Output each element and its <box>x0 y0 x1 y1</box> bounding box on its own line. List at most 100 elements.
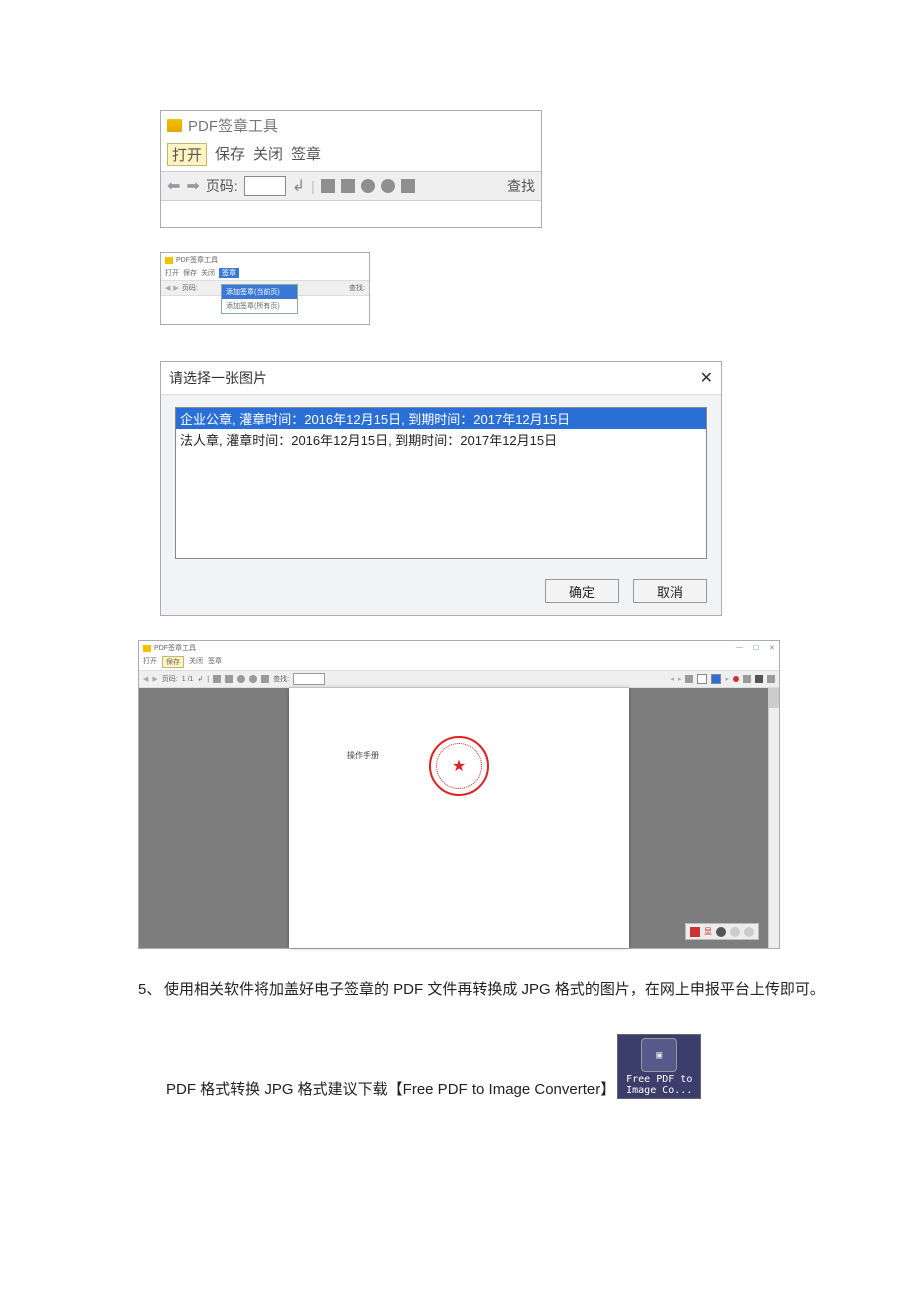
menu-sign[interactable]: 签章 <box>291 143 321 166</box>
page-label: 页码: <box>182 283 198 293</box>
highlight-icon[interactable] <box>711 674 721 684</box>
zoom-in-icon[interactable] <box>237 675 245 683</box>
tool-icon[interactable] <box>744 927 754 937</box>
fit-width-icon[interactable] <box>321 179 335 193</box>
tool-icon[interactable]: ▸ <box>725 675 729 683</box>
cancel-button[interactable]: 取消 <box>633 579 707 603</box>
nav-next-icon[interactable]: ▶ <box>173 284 178 292</box>
viewer-canvas: 操作手册 ★ 显 <box>139 688 779 948</box>
desktop-shortcut[interactable]: ▣ Free PDF to Image Co... <box>617 1034 701 1099</box>
tool-icon[interactable] <box>730 927 740 937</box>
window-title: PDF签章工具 <box>188 115 278 136</box>
find-input[interactable] <box>293 673 325 685</box>
window-title-bar: PDF签章工具 <box>161 253 369 267</box>
fit-page-icon[interactable] <box>341 179 355 193</box>
nav-prev-icon[interactable]: ⬅ <box>167 176 180 196</box>
shortcut-label-2: Image Co... <box>618 1085 700 1096</box>
separator: | <box>207 676 209 683</box>
pdf-page: 操作手册 ★ <box>289 688 629 948</box>
close-icon[interactable]: ✕ <box>700 368 713 388</box>
close-icon[interactable]: ✕ <box>769 644 775 652</box>
edit-icon[interactable] <box>743 675 751 683</box>
tool-icon[interactable] <box>690 927 700 937</box>
page-count: 1 /1 <box>182 676 194 683</box>
image-icon[interactable] <box>755 675 763 683</box>
toolbar: ⬅ ➡ 页码: ↲ | 查找 <box>161 172 541 201</box>
find-label: 查找: <box>273 674 289 684</box>
select-icon[interactable] <box>401 179 415 193</box>
window-controls: — ☐ ✕ <box>736 644 775 652</box>
link-icon[interactable] <box>767 675 775 683</box>
tool-icon[interactable]: ▸ <box>678 675 682 683</box>
converter-line: PDF 格式转换 JPG 格式建议下载【Free PDF to Image Co… <box>166 1034 850 1099</box>
separator: | <box>311 178 315 194</box>
toolbar: ◀ ▶ 页码: 1 /1 ↲ | 查找: ◂ ▸ ▸ <box>139 671 779 688</box>
shortcut-icon: ▣ <box>641 1038 677 1072</box>
enter-icon[interactable]: ↲ <box>292 176 305 196</box>
rect-icon[interactable] <box>697 674 707 684</box>
menu-save[interactable]: 保存 <box>183 268 197 278</box>
menu-save[interactable]: 保存 <box>162 656 184 668</box>
vertical-scrollbar[interactable] <box>768 688 779 948</box>
step-number: 5、 <box>138 973 164 1006</box>
page-input[interactable] <box>244 176 286 196</box>
menu-bar: 打开 保存 关闭 签章 <box>139 655 779 671</box>
app-logo-icon <box>143 645 151 652</box>
dropdown-item-all-pages[interactable]: 添加签章(所有页) <box>222 299 297 313</box>
ok-button[interactable]: 确定 <box>545 579 619 603</box>
tool-label[interactable]: 显 <box>704 926 712 937</box>
viewer-body <box>161 201 541 227</box>
stamp-tool-icon[interactable] <box>733 676 739 682</box>
menu-bar: 打开 保存 关闭 签章 <box>161 140 541 172</box>
list-item[interactable]: 法人章, 灌章时间：2016年12月15日, 到期时间：2017年12月15日 <box>176 429 706 450</box>
step-text: 使用相关软件将加盖好电子签章的 PDF 文件再转换成 JPG 格式的图片，在网上… <box>164 973 850 1006</box>
page-label: 页码: <box>162 674 178 684</box>
menu-close[interactable]: 关闭 <box>189 656 203 668</box>
dropdown-window: PDF签章工具 打开 保存 关闭 签章 ◀ ▶ 页码: 查找: 添加签章(当前页… <box>160 252 370 325</box>
menu-close[interactable]: 关闭 <box>201 268 215 278</box>
window-title-bar: PDF签章工具 <box>161 111 541 140</box>
app-logo-icon <box>167 119 182 132</box>
menu-open[interactable]: 打开 <box>167 143 207 166</box>
nav-next-icon[interactable]: ➡ <box>186 176 199 196</box>
nav-prev-icon[interactable]: ◀ <box>165 284 170 292</box>
enter-icon[interactable]: ↲ <box>197 675 203 683</box>
tool-icon[interactable]: ◂ <box>670 675 674 683</box>
stamp-list[interactable]: 企业公章, 灌章时间：2016年12月15日, 到期时间：2017年12月15日… <box>175 407 707 559</box>
zoom-out-icon[interactable] <box>249 675 257 683</box>
sign-dropdown: 添加签章(当前页) 添加签章(所有页) <box>221 284 298 314</box>
fit-page-icon[interactable] <box>225 675 233 683</box>
stamp-seal[interactable]: ★ <box>429 736 489 796</box>
menu-save[interactable]: 保存 <box>215 143 245 166</box>
hand-icon[interactable] <box>685 675 693 683</box>
zoom-out-icon[interactable] <box>381 179 395 193</box>
menu-sign[interactable]: 签章 <box>219 268 239 278</box>
menu-open[interactable]: 打开 <box>165 268 179 278</box>
step-5: 5、 使用相关软件将加盖好电子签章的 PDF 文件再转换成 JPG 格式的图片，… <box>138 973 850 1006</box>
menu-bar: 打开 保存 关闭 签章 <box>161 267 369 281</box>
window-title: PDF签章工具 <box>154 643 196 653</box>
select-image-dialog: 请选择一张图片 ✕ 企业公章, 灌章时间：2016年12月15日, 到期时间：2… <box>160 361 722 616</box>
menu-close[interactable]: 关闭 <box>253 143 283 166</box>
dropdown-item-current-page[interactable]: 添加签章(当前页) <box>222 285 297 299</box>
pdf-viewer-window: PDF签章工具 — ☐ ✕ 打开 保存 关闭 签章 ◀ ▶ 页码: 1 /1 ↲… <box>138 640 780 949</box>
zoom-icon[interactable] <box>716 927 726 937</box>
shortcut-label-1: Free PDF to <box>618 1074 700 1085</box>
viewer-body: 添加签章(当前页) 添加签章(所有页) <box>161 296 369 324</box>
select-icon[interactable] <box>261 675 269 683</box>
fit-width-icon[interactable] <box>213 675 221 683</box>
nav-next-icon[interactable]: ▶ <box>152 675 157 683</box>
floating-tools: 显 <box>685 923 759 940</box>
nav-prev-icon[interactable]: ◀ <box>143 675 148 683</box>
menu-sign[interactable]: 签章 <box>208 656 222 668</box>
minimize-icon[interactable]: — <box>736 644 743 652</box>
list-item[interactable]: 企业公章, 灌章时间：2016年12月15日, 到期时间：2017年12月15日 <box>176 408 706 429</box>
menu-open[interactable]: 打开 <box>143 656 157 668</box>
star-icon: ★ <box>436 743 482 789</box>
page-label: 页码: <box>206 176 238 196</box>
dialog-title: 请选择一张图片 <box>169 368 267 388</box>
maximize-icon[interactable]: ☐ <box>753 644 759 652</box>
zoom-in-icon[interactable] <box>361 179 375 193</box>
converter-text: PDF 格式转换 JPG 格式建议下载【Free PDF to Image Co… <box>166 1078 615 1099</box>
window-title-bar: PDF签章工具 — ☐ ✕ <box>139 641 779 655</box>
